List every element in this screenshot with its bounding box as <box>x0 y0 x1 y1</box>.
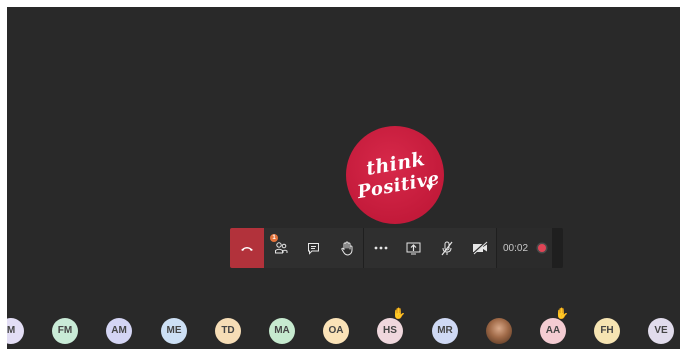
record-indicator <box>538 244 547 252</box>
participant-initials: ME <box>166 325 182 336</box>
participant-initials: VE <box>654 325 668 336</box>
participant-initials: OA <box>328 325 344 336</box>
participant-initials: TD <box>221 325 235 336</box>
share-screen-button[interactable] <box>397 228 430 268</box>
recording-status: 00:02 <box>497 228 553 268</box>
mic-off-icon <box>441 241 452 255</box>
participant-avatar[interactable]: VE <box>648 318 674 344</box>
participant-initials: AM <box>111 325 127 336</box>
heart-icon: ♥ <box>426 180 434 194</box>
meeting-stage: think Positive ♥ 1 00:02 M FM AM ME TD M… <box>7 7 680 349</box>
participant-avatar[interactable]: FH <box>594 318 620 344</box>
participant-initials: AA <box>545 325 561 336</box>
participant-avatar-photo[interactable] <box>486 318 512 344</box>
media-controls <box>364 228 496 268</box>
participant-avatar[interactable]: FM <box>52 318 78 344</box>
call-timer: 00:02 <box>503 242 529 254</box>
participant-avatar[interactable]: MA <box>269 318 295 344</box>
participant-avatar[interactable]: ME <box>161 318 187 344</box>
participant-avatar[interactable]: AA ✋ <box>540 309 569 344</box>
more-options-button[interactable] <box>364 228 397 268</box>
participant-avatar[interactable]: M <box>7 318 24 344</box>
participants-button[interactable]: 1 <box>264 228 297 268</box>
participant-avatar[interactable]: HS ✋ <box>377 309 406 344</box>
participant-initials: M <box>7 325 16 336</box>
participant-avatar[interactable]: AM <box>106 318 132 344</box>
participant-initials: MR <box>437 325 453 336</box>
camera-off-icon <box>471 241 487 255</box>
hand-icon <box>340 241 352 255</box>
share-screen-icon <box>406 242 421 255</box>
page-bottom-edge <box>0 349 680 356</box>
mute-button[interactable] <box>430 228 463 268</box>
participant-initials: FH <box>600 325 614 336</box>
participant-initials: HS <box>383 325 397 336</box>
participant-initials: MA <box>274 325 290 336</box>
call-control-bar: 1 00:02 <box>230 228 563 268</box>
phone-hangup-icon <box>241 247 253 251</box>
raise-hand-button[interactable] <box>330 228 363 268</box>
participant-avatar[interactable]: TD <box>215 318 241 344</box>
notification-badge: 1 <box>270 234 278 242</box>
raised-hand-icon: ✋ <box>555 308 569 320</box>
hang-up-button[interactable] <box>230 228 264 268</box>
chat-icon <box>308 242 319 255</box>
more-icon <box>374 246 387 250</box>
participant-avatar[interactable]: MR <box>432 318 458 344</box>
participant-avatar[interactable]: OA <box>323 318 349 344</box>
presenter-avatar: think Positive ♥ <box>346 126 444 224</box>
participant-initials: FM <box>57 325 73 336</box>
people-icon <box>274 242 287 254</box>
camera-button[interactable] <box>463 228 496 268</box>
primary-controls: 1 <box>264 228 363 268</box>
raised-hand-icon: ✋ <box>392 308 406 320</box>
chat-button[interactable] <box>297 228 330 268</box>
